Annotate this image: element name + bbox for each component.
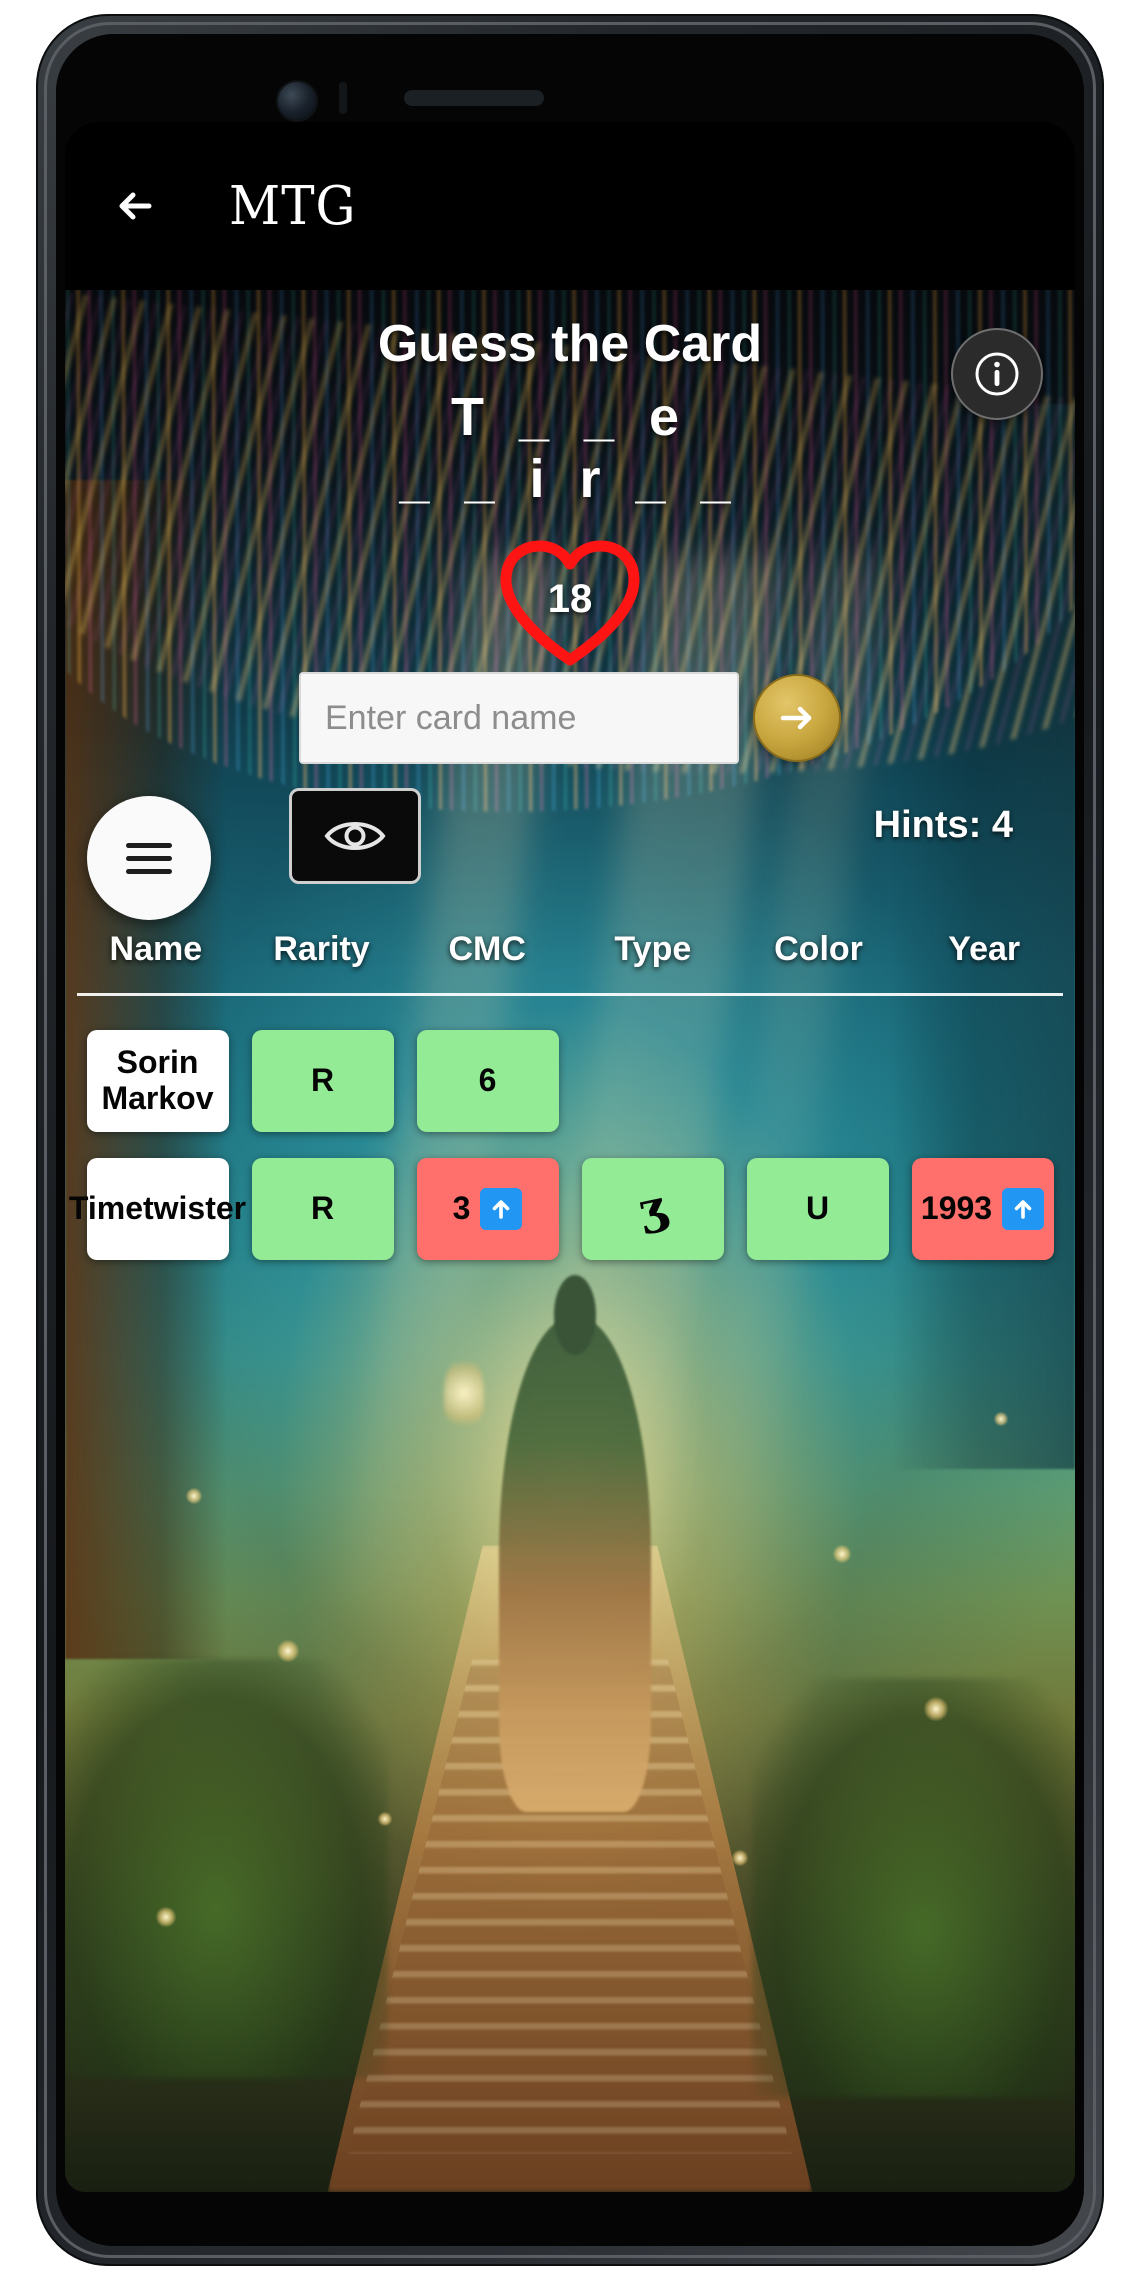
hint-row: Hints: 4 xyxy=(65,788,1075,884)
app-bar: MTG xyxy=(65,122,1075,290)
table-row: Timetwister R 3 ʒ U 1993 xyxy=(65,1158,1075,1260)
back-arrow-icon[interactable] xyxy=(111,178,167,234)
guess-cell-color xyxy=(747,1030,889,1132)
puzzle-line-1: T _ _ e xyxy=(450,387,690,447)
column-header-year: Year xyxy=(948,930,1021,968)
menu-fab-button[interactable] xyxy=(87,796,211,920)
guess-cell-name: Sorin Markov xyxy=(86,1030,229,1132)
device-screen-housing: MTG Guess the Card T _ _ e _ _ i r _ _ 1… xyxy=(56,34,1084,2246)
page-title: Guess the Card xyxy=(377,315,763,373)
reveal-hint-button[interactable] xyxy=(289,788,421,884)
column-header-rarity: Rarity xyxy=(273,930,370,968)
guess-cell-cmc-value: 3 xyxy=(452,1190,471,1227)
app-screen: MTG Guess the Card T _ _ e _ _ i r _ _ 1… xyxy=(65,122,1075,2192)
guess-cell-cmc: 6 xyxy=(416,1030,559,1132)
guess-cell-type: ʒ xyxy=(633,1179,671,1238)
guess-cell-cmc: 3 xyxy=(416,1158,559,1260)
arrow-up-icon xyxy=(1002,1188,1045,1230)
earpiece-speaker xyxy=(404,90,544,106)
guess-cell-rarity: R xyxy=(251,1030,394,1132)
table-header-divider xyxy=(77,993,1063,996)
submit-guess-button[interactable] xyxy=(753,674,841,762)
puzzle-line-2: _ _ i r _ _ xyxy=(399,449,741,510)
masked-card-name: T _ _ e _ _ i r _ _ xyxy=(65,386,1075,510)
table-header-row: Name Rarity CMC Type Color Year xyxy=(65,930,1075,993)
arrow-right-icon xyxy=(780,706,812,730)
guess-entry-row xyxy=(65,672,1075,764)
front-camera-icon xyxy=(278,82,316,120)
guess-cell-rarity: R xyxy=(251,1158,394,1260)
proximity-sensor-icon xyxy=(339,82,347,114)
app-brand-title: MTG xyxy=(229,175,357,237)
lives-count-label: 18 xyxy=(547,576,593,621)
column-header-color: Color xyxy=(774,930,863,968)
hamburger-menu-icon xyxy=(126,835,172,882)
hints-remaining-label: Hints: 4 xyxy=(873,804,1013,846)
guess-cell-year: 1993 xyxy=(911,1158,1054,1260)
column-header-name: Name xyxy=(109,930,203,968)
guess-history-table: Name Rarity CMC Type Color Year Sorin Ma… xyxy=(65,930,1075,1286)
lives-counter: 18 xyxy=(500,540,640,668)
bottom-bezel xyxy=(56,2192,1084,2246)
table-row: Sorin Markov R 6 xyxy=(65,1030,1075,1132)
game-area: Guess the Card T _ _ e _ _ i r _ _ 18 En… xyxy=(65,290,1075,2192)
column-header-type: Type xyxy=(614,930,692,968)
card-name-input[interactable] xyxy=(299,672,739,764)
arrow-up-icon xyxy=(480,1188,523,1230)
game-ui-layer: Guess the Card T _ _ e _ _ i r _ _ 18 En… xyxy=(65,290,1075,2192)
column-header-cmc: CMC xyxy=(448,930,526,968)
eye-icon xyxy=(324,822,386,850)
guess-cell-color: U xyxy=(746,1158,889,1260)
guess-cell-year-value: 1993 xyxy=(920,1190,993,1227)
guess-cell-year xyxy=(912,1030,1054,1132)
guess-cell-name: Timetwister xyxy=(69,1158,246,1260)
guess-cell-type xyxy=(582,1030,724,1132)
